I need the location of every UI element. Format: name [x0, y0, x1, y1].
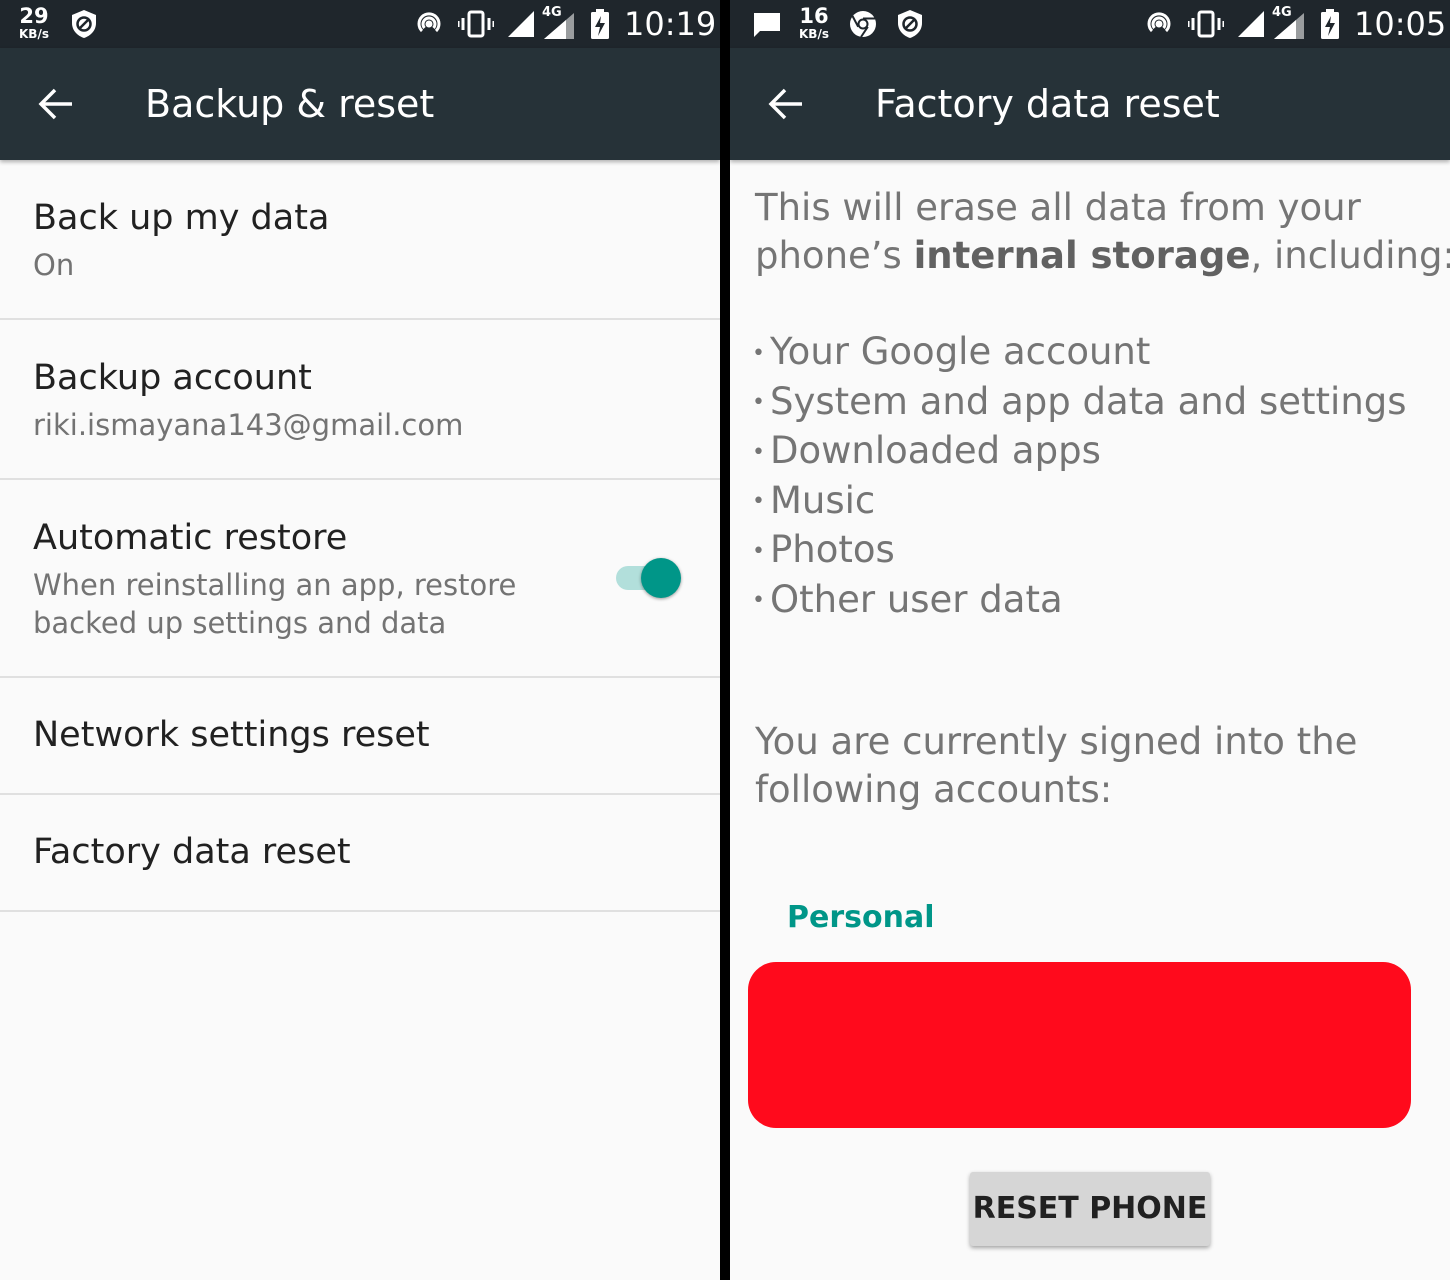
item-summary: riki.ismayana143@gmail.com	[33, 408, 464, 442]
page-title: Factory data reset	[875, 82, 1220, 126]
item-summary-line2: backed up settings and data	[33, 606, 447, 640]
erase-list: • Your Google account • System and app dat…	[752, 328, 1407, 625]
erase-intro-line1: This will erase all data from your	[755, 186, 1361, 229]
arrow-back-icon[interactable]	[36, 84, 76, 124]
vpn-shield-icon	[70, 0, 98, 48]
app-bar: Backup & reset	[0, 48, 720, 160]
item-title: Factory data reset	[33, 832, 351, 872]
list-item: • Your Google account	[752, 330, 1151, 373]
message-icon	[752, 0, 782, 48]
redacted-accounts-box	[748, 962, 1411, 1128]
list-item: • Other user data	[752, 577, 1063, 621]
list-item: • Music	[752, 478, 876, 522]
arrow-back-icon[interactable]	[766, 84, 806, 124]
hotspot-icon	[1144, 0, 1174, 48]
erase-intro-line2: phone’s internal storage, including:	[755, 234, 1450, 277]
toggle-thumb	[641, 558, 681, 598]
list-item: • System and app data and settings	[752, 379, 1407, 423]
list-item-factory-data-reset[interactable]: Factory data reset	[0, 795, 720, 912]
signed-in-line2: following accounts:	[755, 768, 1113, 811]
clock: 10:05	[1354, 5, 1447, 43]
chrome-icon	[848, 0, 878, 48]
signal-4g-icon: 4G	[540, 0, 576, 48]
list-item: • Downloaded apps	[752, 429, 1101, 472]
network-speed: 16 KB/s	[799, 4, 829, 41]
reset-phone-button[interactable]: RESET PHONE	[970, 1172, 1210, 1246]
vibrate-icon	[1188, 0, 1224, 48]
list-item: • Photos	[752, 528, 895, 571]
list-item-backup-my-data[interactable]: Back up my data On	[0, 160, 720, 320]
list-item-backup-account[interactable]: Backup account riki.ismayana143@gmail.co…	[0, 320, 720, 480]
list-item-network-settings-reset[interactable]: Network settings reset	[0, 678, 720, 795]
list-item-automatic-restore[interactable]: Automatic restore When reinstalling an a…	[0, 480, 720, 678]
status-bar: 29 KB/s 4G 10:19	[0, 0, 720, 48]
item-title: Network settings reset	[33, 715, 430, 755]
vpn-shield-icon	[896, 0, 924, 48]
item-summary-line1: When reinstalling an app, restore	[33, 568, 517, 602]
app-bar: Factory data reset	[730, 48, 1450, 160]
battery-charging-icon	[1320, 0, 1340, 48]
page-title: Backup & reset	[145, 82, 435, 126]
automatic-restore-toggle[interactable]	[616, 556, 686, 600]
item-title: Automatic restore	[33, 518, 348, 558]
signal-4g-icon: 4G	[1270, 0, 1306, 48]
clock: 10:19	[624, 5, 717, 43]
accounts-header-personal: Personal	[787, 900, 935, 935]
item-title: Back up my data	[33, 198, 330, 238]
status-bar: 16 KB/s 4G 10:05	[730, 0, 1450, 48]
vibrate-icon	[458, 0, 494, 48]
item-summary: On	[33, 248, 75, 282]
battery-charging-icon	[590, 0, 610, 48]
network-speed: 29 KB/s	[19, 4, 49, 41]
backup-reset-screen: 29 KB/s 4G 10:19 Backup & reset Back up …	[0, 0, 720, 1280]
item-title: Backup account	[33, 358, 312, 398]
internal-storage-emphasis: internal storage	[913, 234, 1251, 277]
signed-in-line1: You are currently signed into the	[755, 720, 1358, 763]
hotspot-icon	[414, 0, 444, 48]
signal-icon	[506, 0, 536, 48]
signal-icon	[1236, 0, 1266, 48]
